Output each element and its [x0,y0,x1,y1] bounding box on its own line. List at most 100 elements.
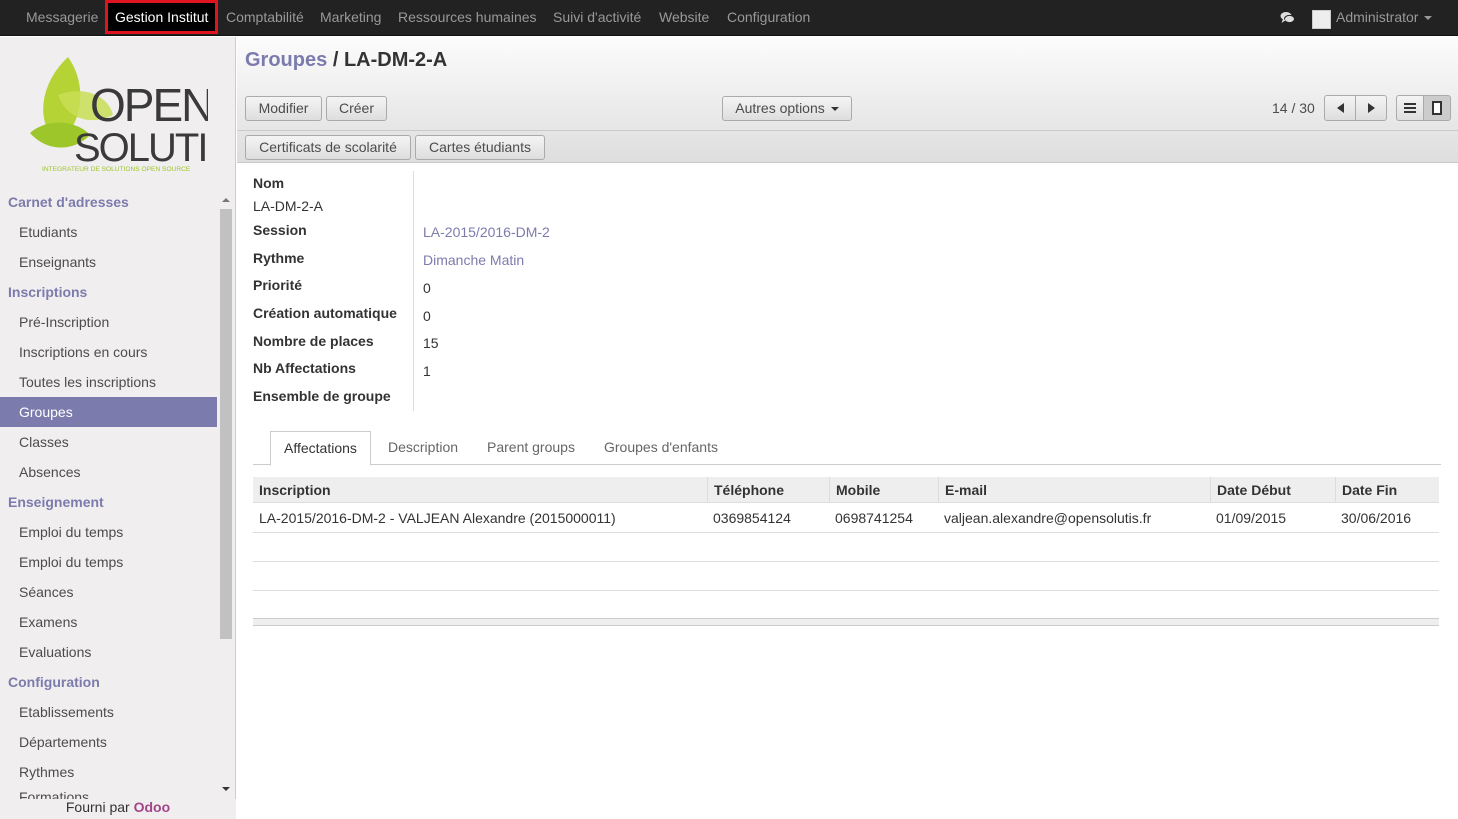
nav-comptabilite[interactable]: Comptabilité [226,0,304,36]
list-view-icon [1404,103,1416,113]
form-view-button[interactable] [1423,95,1451,121]
header-divider [237,130,1458,131]
section-enseignement: Enseignement [8,494,104,510]
tab-affectations[interactable]: Affectations [270,431,371,466]
sidebar-item-evaluations[interactable]: Evaluations [0,637,217,667]
col-date-fin[interactable]: Date Fin [1335,477,1397,503]
section-configuration: Configuration [8,674,100,690]
form-view-icon [1432,101,1442,115]
nb-affectations-value: 1 [423,363,431,379]
avatar[interactable] [1312,10,1331,29]
cell-inscription: LA-2015/2016-DM-2 - VALJEAN Alexandre (2… [259,510,616,526]
cell-telephone: 0369854124 [713,510,791,526]
table-footer [253,618,1439,626]
logo-text-solutis: SOLUTIS [74,126,208,170]
sidebar-item-enseignants[interactable]: Enseignants [0,247,217,277]
arrow-right-icon [1367,103,1375,113]
more-options-button[interactable]: Autres options [722,96,852,121]
sidebar-item-etablissements[interactable]: Etablissements [0,697,217,727]
arrow-left-icon [1336,103,1344,113]
logo-text-open: OPEN [90,79,208,131]
breadcrumb-parent[interactable]: Groupes [245,49,327,71]
nom-value: LA-DM-2-A [253,198,324,214]
pager-counter: 14 / 30 [1272,100,1315,116]
sidebar-item-examens[interactable]: Examens [0,607,217,637]
session-value-link[interactable]: LA-2015/2016-DM-2 [423,224,550,240]
creation-automatique-value: 0 [423,308,431,324]
rythme-label: Rythme [253,250,305,266]
nav-marketing[interactable]: Marketing [320,0,381,36]
more-options-label: Autres options [735,100,825,116]
odoo-link[interactable]: Odoo [134,799,171,815]
sidebar: OPEN SOLUTIS INTEGRATEUR DE SOLUTIONS OP… [0,37,236,819]
row-divider [253,561,1439,562]
col-mobile[interactable]: Mobile [829,477,880,503]
scroll-down-icon[interactable] [222,787,230,791]
sidebar-item-toutes-inscriptions[interactable]: Toutes les inscriptions [0,367,217,397]
chat-icon[interactable] [1280,11,1295,25]
list-view-button[interactable] [1396,95,1424,121]
nav-gestion-institut[interactable]: Gestion Institut [105,0,219,34]
sidebar-menu: Carnet d'adresses Etudiants Enseignants … [0,187,217,787]
section-carnet-adresses: Carnet d'adresses [8,194,129,210]
sidebar-item-departements[interactable]: Départements [0,727,217,757]
breadcrumb: Groupes / LA-DM-2-A [245,49,447,72]
scroll-up-icon[interactable] [222,198,230,202]
sidebar-item-absences[interactable]: Absences [0,457,217,487]
tab-groupes-enfants[interactable]: Groupes d'enfants [604,431,718,466]
nav-configuration[interactable]: Configuration [727,0,810,36]
sidebar-item-classes[interactable]: Classes [0,427,217,457]
notebook-tabs: Affectations Description Parent groups G… [253,427,1441,466]
col-telephone[interactable]: Téléphone [707,477,784,503]
cell-email: valjean.alexandre@opensolutis.fr [944,510,1152,526]
nombre-places-label: Nombre de places [253,333,374,349]
tab-parent-groups[interactable]: Parent groups [487,431,575,466]
ensemble-groupe-label: Ensemble de groupe [253,388,391,404]
priorite-label: Priorité [253,277,303,293]
creation-automatique-label: Création automatique [253,305,397,321]
rythme-value-link[interactable]: Dimanche Matin [423,252,524,268]
col-date-debut[interactable]: Date Début [1210,477,1291,503]
nom-label: Nom [253,175,285,191]
nav-website[interactable]: Website [659,0,709,36]
user-name: Administrator [1336,9,1419,25]
col-inscription[interactable]: Inscription [253,477,331,503]
sidebar-item-etudiants[interactable]: Etudiants [0,217,217,247]
cell-date-debut: 01/09/2015 [1216,510,1287,526]
priorite-value: 0 [423,280,431,296]
sidebar-item-emploi-du-temps-1[interactable]: Emploi du temps [0,517,217,547]
sidebar-item-pre-inscription[interactable]: Pré-Inscription [0,307,217,337]
nb-affectations-label: Nb Affectations [253,360,356,376]
section-inscriptions: Inscriptions [8,284,88,300]
pager-previous-button[interactable] [1324,95,1356,121]
top-navbar: Messagerie Gestion Institut Comptabilité… [0,0,1458,36]
nav-ressources-humaines[interactable]: Ressources humaines [398,0,537,36]
control-panel: Groupes / LA-DM-2-A Modifier Créer Autre… [237,37,1458,163]
nav-suivi-activite[interactable]: Suivi d'activité [553,0,641,36]
session-label: Session [253,222,307,238]
tab-description[interactable]: Description [388,431,458,466]
sidebar-item-emploi-du-temps-2[interactable]: Emploi du temps [0,547,217,577]
create-button[interactable]: Créer [326,96,387,121]
sidebar-item-inscriptions-en-cours[interactable]: Inscriptions en cours [0,337,217,367]
record-form: Nom LA-DM-2-A Session LA-2015/2016-DM-2 … [237,163,1458,819]
edit-button[interactable]: Modifier [245,96,322,121]
col-email[interactable]: E-mail [938,477,987,503]
nav-messagerie[interactable]: Messagerie [26,0,98,36]
breadcrumb-separator: / [332,49,339,71]
breadcrumb-current: LA-DM-2-A [343,49,448,71]
pager-next-button[interactable] [1355,95,1387,121]
cell-mobile: 0698741254 [835,510,913,526]
sidebar-item-seances[interactable]: Séances [0,577,217,607]
table-header: Inscription Téléphone Mobile E-mail Date… [253,477,1439,503]
footer-prefix: Fourni par [65,799,130,815]
sidebar-scrollbar-thumb[interactable] [220,209,232,639]
user-menu[interactable]: Administrator [1336,0,1433,36]
cell-date-fin: 30/06/2016 [1341,510,1412,526]
sidebar-item-rythmes[interactable]: Rythmes [0,757,217,787]
sidebar-item-groupes[interactable]: Groupes [0,397,217,427]
row-divider [253,590,1439,591]
nombre-places-value: 15 [423,335,439,351]
certificats-scolarite-button[interactable]: Certificats de scolarité [245,135,411,160]
cartes-etudiants-button[interactable]: Cartes étudiants [415,135,545,160]
